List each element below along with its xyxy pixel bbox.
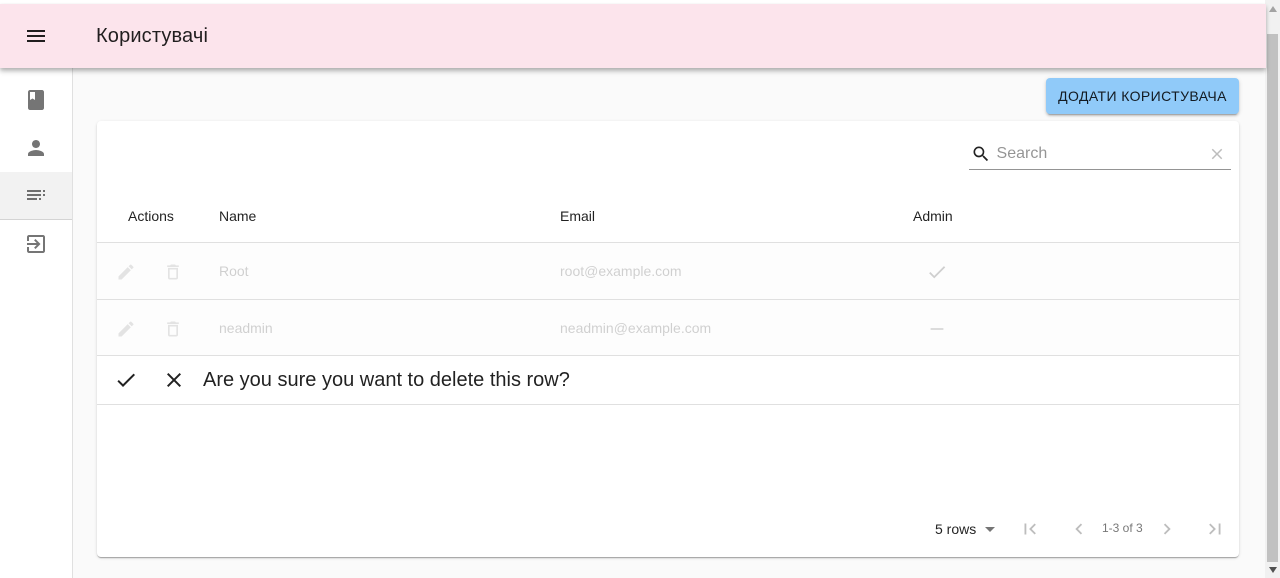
cell-name: Root bbox=[219, 263, 249, 279]
menu-icon bbox=[27, 30, 45, 42]
confirm-delete-icon[interactable] bbox=[113, 367, 139, 393]
drawer-item-login[interactable] bbox=[0, 220, 72, 268]
rows-per-page-value: 5 rows bbox=[935, 521, 977, 537]
login-icon bbox=[27, 235, 45, 253]
previous-page-icon[interactable] bbox=[1067, 517, 1091, 541]
table-header: Actions Name Email Admin bbox=[97, 189, 1239, 243]
list-icon bbox=[27, 189, 45, 200]
last-page-icon[interactable] bbox=[1203, 517, 1227, 541]
menu-button[interactable] bbox=[0, 4, 72, 68]
cell-name: neadmin bbox=[219, 320, 273, 336]
scroll-up-arrow-icon[interactable] bbox=[1265, 0, 1280, 17]
person-icon bbox=[28, 140, 44, 156]
table-row: Root root@example.com bbox=[97, 243, 1239, 300]
dash-icon bbox=[926, 318, 948, 340]
dropdown-arrow-icon bbox=[985, 527, 996, 532]
rows-per-page-select[interactable]: 5 rows bbox=[935, 519, 1002, 539]
page-range-label: 1-3 of 3 bbox=[1102, 521, 1143, 535]
drawer-item-list[interactable] bbox=[0, 172, 72, 220]
page-title: Користувачі bbox=[96, 24, 209, 47]
page-scrollbar[interactable] bbox=[1265, 0, 1280, 578]
pagination: 5 rows 1-3 of 3 bbox=[97, 509, 1239, 549]
book-icon bbox=[28, 90, 44, 110]
delete-icon bbox=[162, 261, 184, 283]
search-icon bbox=[969, 144, 997, 164]
cancel-delete-icon[interactable] bbox=[161, 367, 187, 393]
check-icon bbox=[926, 261, 948, 283]
scroll-down-arrow-icon[interactable] bbox=[1265, 561, 1280, 578]
users-table-card: Actions Name Email Admin Root root@examp… bbox=[97, 121, 1239, 557]
cell-email: root@example.com bbox=[560, 263, 682, 279]
edit-icon bbox=[115, 261, 137, 283]
clear-search-icon[interactable] bbox=[1204, 145, 1231, 163]
delete-icon bbox=[162, 318, 184, 340]
drawer-item-users[interactable] bbox=[0, 124, 72, 172]
app-bar: Користувачі bbox=[0, 4, 1266, 68]
table-row: neadmin neadmin@example.com bbox=[97, 300, 1239, 356]
column-header-name[interactable]: Name bbox=[219, 189, 256, 243]
add-user-button[interactable]: ДОДАТИ КОРИСТУВАЧА bbox=[1046, 78, 1239, 114]
delete-confirmation-row: Are you sure you want to delete this row… bbox=[97, 355, 1239, 405]
search-field bbox=[969, 139, 1231, 170]
cell-email: neadmin@example.com bbox=[560, 320, 712, 336]
column-header-actions: Actions bbox=[128, 208, 174, 224]
next-page-icon[interactable] bbox=[1155, 517, 1179, 541]
column-header-email[interactable]: Email bbox=[560, 189, 595, 243]
first-page-icon[interactable] bbox=[1018, 517, 1042, 541]
side-drawer bbox=[0, 68, 73, 578]
search-input[interactable] bbox=[996, 140, 1204, 168]
column-header-admin[interactable]: Admin bbox=[913, 189, 953, 243]
delete-confirmation-text: Are you sure you want to delete this row… bbox=[203, 369, 570, 391]
scrollbar-thumb[interactable] bbox=[1267, 34, 1278, 562]
drawer-item-book[interactable] bbox=[0, 76, 72, 124]
edit-icon bbox=[115, 318, 137, 340]
